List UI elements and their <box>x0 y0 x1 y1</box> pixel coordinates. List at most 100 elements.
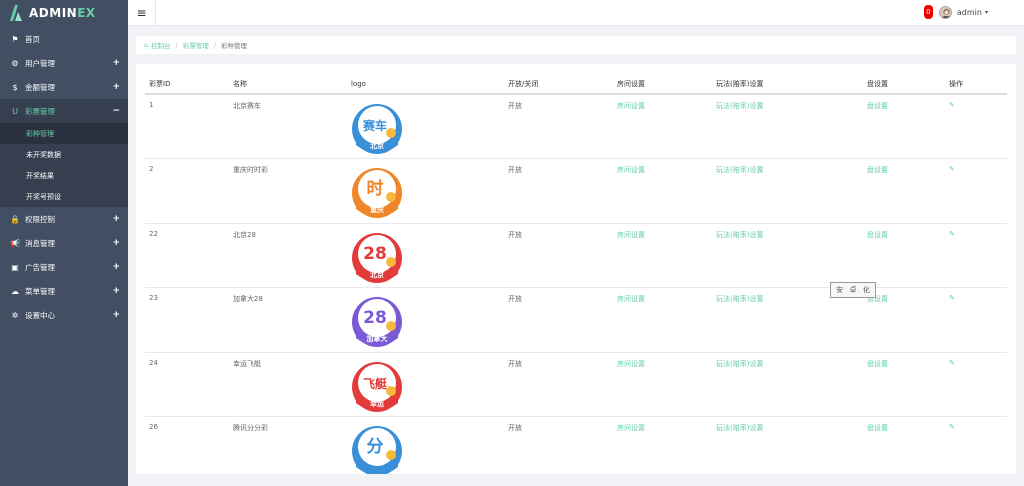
sidebar-subitem-3[interactable]: 开奖号预设 <box>0 186 128 207</box>
play-settings-link[interactable]: 玩法(赔率)设置 <box>712 94 863 159</box>
col-header-logo: logo <box>347 74 504 95</box>
expand-icon: + <box>112 82 120 92</box>
pan-settings-link[interactable]: 盘设置 <box>863 94 945 159</box>
breadcrumb-separator: / <box>213 41 217 49</box>
logo-text: 28 <box>363 244 387 264</box>
edit-icon[interactable]: ✎ <box>949 423 955 431</box>
room-settings-link[interactable]: 房间设置 <box>613 158 712 224</box>
cell-name: 加拿大28 <box>229 287 347 353</box>
menu-toggle-button[interactable]: ≡ <box>128 0 156 26</box>
cell-status: 开放 <box>504 158 613 224</box>
cell-logo: 分 <box>347 416 504 474</box>
col-header-name: 名称 <box>229 74 347 95</box>
collapse-icon: − <box>112 106 120 116</box>
sidebar-item-1[interactable]: ⚙ 用户管理 + <box>0 51 128 75</box>
content-panel: 彩票ID 名称 logo 开放/关闭 房间设置 玩法(赔率)设置 盘设置 操作 … <box>136 64 1016 474</box>
sidebar-item-label: 广告管理 <box>25 262 55 272</box>
breadcrumb-item-lottery[interactable]: 彩票管理 <box>183 40 209 50</box>
expand-icon: + <box>112 262 120 272</box>
sidebar-item-0[interactable]: ⚑ 首页 <box>0 27 128 51</box>
edit-icon[interactable]: ✎ <box>949 101 955 109</box>
cell-logo: 28 加拿大 <box>347 287 504 353</box>
watermark-char: 安 <box>836 286 844 294</box>
sidebar-item-6[interactable]: ▣ 广告管理 + <box>0 255 128 279</box>
username[interactable]: admin <box>957 8 982 17</box>
cell-logo: 飞艇 幸运 <box>347 352 504 417</box>
expand-icon: + <box>112 286 120 296</box>
lottery-logo-icon: 28 北京 <box>352 232 402 283</box>
expand-icon: + <box>112 58 120 68</box>
room-settings-link[interactable]: 房间设置 <box>613 416 712 474</box>
sidebar-item-label: 设置中心 <box>25 310 55 320</box>
cell-action: ✎ <box>945 94 1007 159</box>
sidebar-item-4[interactable]: 🔒 权限控制 + <box>0 207 128 231</box>
watermark-stamp: 安 卓 化 <box>830 282 876 298</box>
room-settings-link[interactable]: 房间设置 <box>613 287 712 353</box>
table-row: 23 加拿大28 28 加拿大 开放 房间设置 玩法(赔率)设置 盘设置 ✎ <box>145 287 1007 353</box>
cell-status: 开放 <box>504 416 613 474</box>
sidebar-submenu: 彩种管理 未开奖数据 开奖结果 开奖号预设 <box>0 123 128 207</box>
expand-icon: + <box>112 238 120 248</box>
pan-settings-link[interactable]: 盘设置 <box>863 158 945 224</box>
room-settings-link[interactable]: 房间设置 <box>613 352 712 417</box>
sidebar-item-7[interactable]: ☁ 菜单管理 + <box>0 279 128 303</box>
logo-subtext: 加拿大 <box>366 334 388 343</box>
pan-settings-link[interactable]: 盘设置 <box>863 223 945 288</box>
cell-id: 1 <box>145 94 229 159</box>
sidebar-item-8[interactable]: ✲ 设置中心 + <box>0 303 128 327</box>
pan-settings-link[interactable]: 盘设置 <box>863 352 945 417</box>
play-settings-link[interactable]: 玩法(赔率)设置 <box>712 352 863 417</box>
lottery-logo-icon: 28 加拿大 <box>352 297 402 347</box>
sidebar-subitem-2[interactable]: 开奖结果 <box>0 165 128 186</box>
cog-icon: ✲ <box>11 310 19 320</box>
notification-badge[interactable]: 0 <box>923 5 933 19</box>
cell-name: 腾讯分分彩 <box>229 416 347 474</box>
play-settings-link[interactable]: 玩法(赔率)设置 <box>712 416 863 474</box>
room-settings-link[interactable]: 房间设置 <box>613 94 712 159</box>
cell-id: 26 <box>145 416 229 474</box>
room-settings-link[interactable]: 房间设置 <box>613 223 712 288</box>
edit-icon[interactable]: ✎ <box>949 230 955 238</box>
lottery-logo-icon: 分 <box>352 426 402 474</box>
sidebar-item-2[interactable]: $ 金额管理 + <box>0 75 128 99</box>
expand-icon: + <box>112 310 120 320</box>
cell-id: 22 <box>145 223 229 288</box>
col-header-id: 彩票ID <box>145 74 229 95</box>
col-header-room: 房间设置 <box>613 74 712 95</box>
sidebar-item-label: 彩票管理 <box>25 106 55 116</box>
avatar[interactable] <box>938 5 952 19</box>
caret-down-icon[interactable]: ▾ <box>985 9 988 16</box>
sidebar-item-5[interactable]: 📢 消息管理 + <box>0 231 128 255</box>
table-row: 24 幸运飞艇 飞艇 幸运 开放 房间设置 玩法(赔率)设置 盘设置 ✎ <box>145 352 1007 417</box>
sidebar-subitem-1[interactable]: 未开奖数据 <box>0 144 128 165</box>
brand-text: ADMINEX <box>29 6 96 20</box>
cell-action: ✎ <box>945 287 1007 353</box>
breadcrumb-item-console[interactable]: 控制台 <box>151 40 171 50</box>
cell-name: 北京28 <box>229 223 347 288</box>
sidebar-item-label: 权限控制 <box>25 214 55 224</box>
edit-icon[interactable]: ✎ <box>949 359 955 367</box>
magnet-icon: Ս <box>12 106 18 116</box>
image-icon: ▣ <box>11 262 19 272</box>
play-settings-link[interactable]: 玩法(赔率)设置 <box>712 223 863 288</box>
brand[interactable]: ADMINEX <box>0 0 128 26</box>
bullhorn-icon: 📢 <box>10 238 20 248</box>
cell-id: 23 <box>145 287 229 353</box>
pan-settings-link[interactable]: 盘设置 <box>863 416 945 474</box>
cell-action: ✎ <box>945 223 1007 288</box>
sidebar-subitem-0[interactable]: 彩种管理 <box>0 123 128 144</box>
logo-subtext: 重庆 <box>370 205 384 214</box>
play-settings-link[interactable]: 玩法(赔率)设置 <box>712 158 863 224</box>
breadcrumb-item-current: 彩种管理 <box>221 42 248 50</box>
table-row: 26 腾讯分分彩分 开放 房间设置 玩法(赔率)设置 盘设置 ✎ <box>145 416 1007 474</box>
sidebar-item-3[interactable]: Ս 彩票管理 − <box>0 99 128 123</box>
cell-action: ✎ <box>945 352 1007 417</box>
avatar-icon <box>941 8 951 18</box>
edit-icon[interactable]: ✎ <box>949 165 955 173</box>
logo-text: 飞艇 <box>363 376 388 391</box>
sidebar-item-label: 消息管理 <box>25 238 55 248</box>
edit-icon[interactable]: ✎ <box>949 294 955 302</box>
cell-id: 24 <box>145 352 229 417</box>
cell-action: ✎ <box>945 416 1007 474</box>
cell-logo: 时重庆 <box>347 158 504 224</box>
